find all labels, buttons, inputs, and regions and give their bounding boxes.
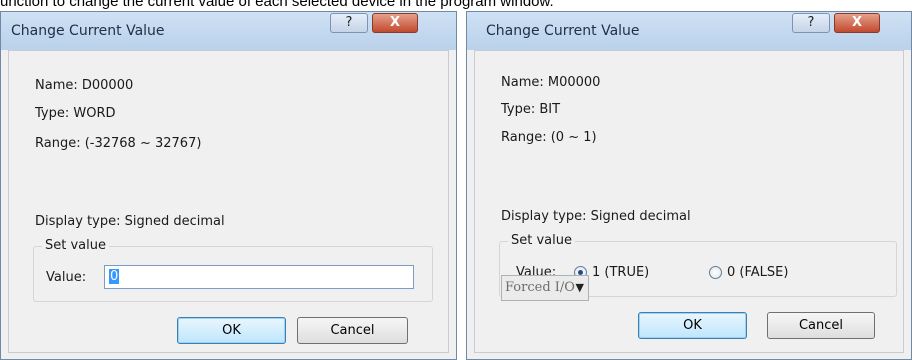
dialog-title: Change Current Value [486, 23, 640, 39]
help-icon[interactable]: ? [330, 13, 368, 33]
cancel-button[interactable]: Cancel [297, 317, 408, 344]
device-type-label: Type: BIT [501, 102, 561, 117]
value-input-text: 0 [109, 269, 120, 284]
dialog-body [474, 50, 904, 353]
change-value-dialog-bit: Change Current Value ? X Name: M00000 Ty… [466, 11, 912, 360]
value-range-label: Range: (-32768 ~ 32767) [35, 136, 202, 151]
display-type-label: Display type: Signed decimal [35, 214, 225, 229]
forced-io-dropdown[interactable]: Forced I/O ▼ [501, 275, 589, 301]
chevron-down-icon: ▼ [575, 281, 584, 294]
ok-button[interactable]: OK [177, 317, 286, 344]
forced-io-label: Forced I/O [505, 280, 575, 295]
radio-true-label: 1 (TRUE) [592, 265, 650, 280]
title-bar[interactable]: Change Current Value ? X [467, 12, 911, 50]
close-icon[interactable]: X [834, 13, 880, 33]
device-name-label: Name: D00000 [35, 78, 134, 93]
title-bar[interactable]: Change Current Value ? X [1, 12, 456, 50]
value-range-label: Range: (0 ~ 1) [501, 130, 597, 145]
value-input[interactable]: 0 [104, 265, 414, 289]
radio-false-label: 0 (FALSE) [727, 265, 789, 280]
cancel-button[interactable]: Cancel [767, 312, 875, 339]
display-type-label: Display type: Signed decimal [501, 209, 691, 224]
ok-button[interactable]: OK [638, 312, 747, 339]
set-value-legend: Set value [508, 233, 575, 248]
help-icon[interactable]: ? [792, 13, 830, 33]
device-name-label: Name: M00000 [501, 75, 601, 90]
dialog-body [8, 50, 449, 353]
dialog-title: Change Current Value [11, 23, 165, 39]
value-label: Value: [46, 270, 87, 285]
close-icon[interactable]: X [372, 13, 418, 33]
radio-false-indicator[interactable] [709, 266, 722, 279]
device-type-label: Type: WORD [35, 106, 116, 121]
set-value-legend: Set value [42, 238, 109, 253]
document-caption: unction to change the current value of e… [0, 0, 554, 10]
change-value-dialog-word: Change Current Value ? X Name: D00000 Ty… [0, 11, 457, 360]
